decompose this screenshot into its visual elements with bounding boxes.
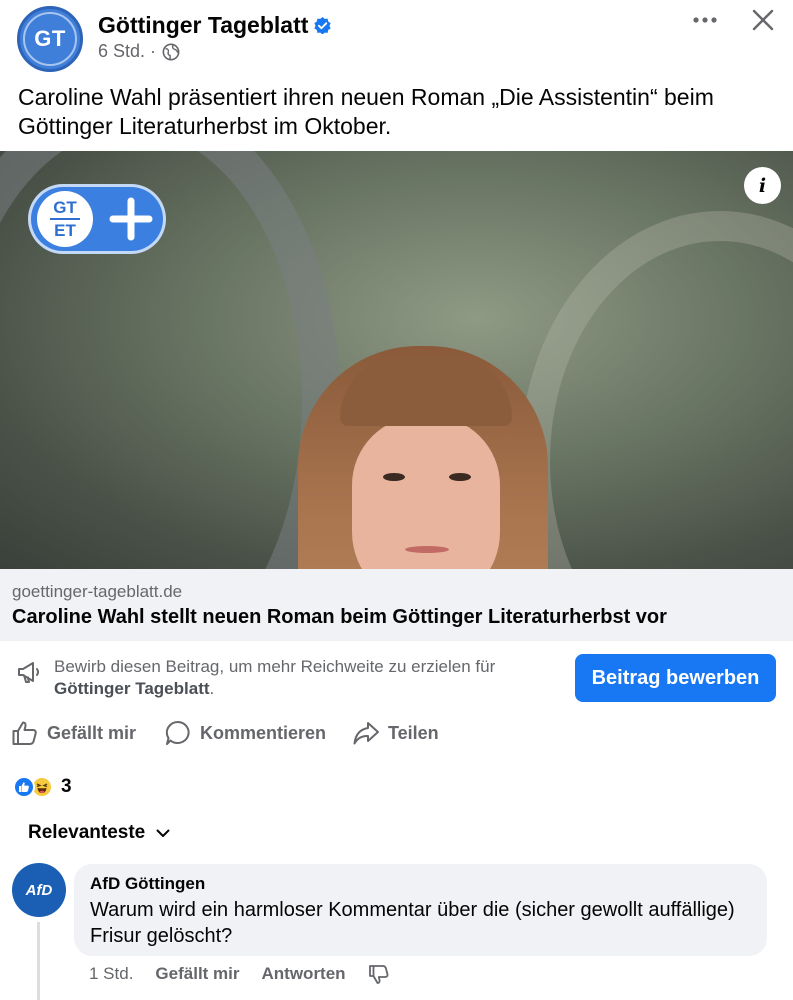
- portrait-eye: [449, 473, 471, 481]
- post-text: Caroline Wahl präsentiert ihren neuen Ro…: [18, 84, 714, 139]
- reaction-count: 3: [61, 776, 72, 797]
- comment-label: Kommentieren: [200, 722, 327, 743]
- more-options-button[interactable]: [690, 8, 720, 32]
- gtet-logo-divider: [50, 218, 80, 220]
- promote-text: Bewirb diesen Beitrag, um mehr Reichweit…: [54, 656, 554, 700]
- commenter-avatar[interactable]: AfD: [12, 863, 66, 917]
- plus-icon: [109, 197, 153, 241]
- more-dots-icon: [693, 17, 717, 23]
- gtet-plus-badge: GT ET: [28, 184, 166, 254]
- chevron-down-icon: [156, 829, 170, 837]
- info-button[interactable]: i: [744, 167, 781, 204]
- thumbs-up-icon: [19, 782, 29, 792]
- commenter-avatar-logo: AfD: [25, 881, 53, 899]
- gtet-logo-bottom: ET: [54, 221, 76, 240]
- page-name-text[interactable]: Göttinger Tageblatt: [98, 12, 308, 39]
- info-icon: i: [758, 174, 767, 197]
- verified-badge-icon: [314, 17, 332, 34]
- meta-separator: ·: [150, 41, 157, 61]
- comment-reply-button[interactable]: Antworten: [262, 964, 346, 984]
- promote-section: Bewirb diesen Beitrag, um mehr Reichweit…: [0, 641, 793, 716]
- like-label: Gefällt mir: [47, 722, 137, 743]
- globe-icon: [162, 43, 180, 60]
- laughing-face-icon: [36, 783, 48, 793]
- page-avatar-initials: GT: [23, 12, 77, 66]
- post-actions: Gefällt mir Kommentieren Teilen: [0, 716, 793, 750]
- comment-bubble: AfD Göttingen Warum wird ein harmloser K…: [74, 864, 767, 956]
- post-time[interactable]: 6 Std.: [98, 41, 145, 62]
- link-title[interactable]: Caroline Wahl stellt neuen Roman beim Gö…: [12, 606, 667, 629]
- share-arrow-icon: [353, 722, 379, 745]
- post-header: GT Göttinger Tageblatt 6 Std. ·: [0, 0, 793, 78]
- megaphone-icon: [18, 662, 39, 683]
- comment-meta: 1 Std. Gefällt mir Antworten: [89, 962, 390, 986]
- link-domain: goettinger-tageblatt.de: [12, 582, 183, 601]
- promote-period: .: [209, 679, 215, 698]
- post-image[interactable]: GT ET i: [0, 151, 793, 569]
- close-icon: [752, 9, 774, 31]
- comment-author[interactable]: AfD Göttingen: [90, 874, 751, 894]
- like-reaction-icon: [13, 776, 35, 798]
- gtet-logo-top: GT: [53, 198, 77, 217]
- close-button[interactable]: [748, 6, 778, 34]
- share-button[interactable]: Teilen: [352, 716, 439, 750]
- share-label: Teilen: [388, 722, 439, 743]
- promote-description: Bewirb diesen Beitrag, um mehr Reichweit…: [54, 657, 496, 676]
- comment-sort-label: Relevanteste: [28, 822, 146, 843]
- thumbs-down-icon[interactable]: [368, 963, 390, 985]
- background-arch: [520, 211, 793, 569]
- reactions-summary[interactable]: 3: [13, 774, 72, 800]
- page-name[interactable]: Göttinger Tageblatt: [98, 12, 332, 39]
- thumbs-up-icon: [12, 721, 37, 745]
- gtet-logo: GT ET: [37, 191, 93, 247]
- comment-button[interactable]: Kommentieren: [164, 716, 326, 750]
- post-meta: 6 Std. ·: [98, 41, 180, 62]
- promote-page-name: Göttinger Tageblatt: [54, 679, 210, 698]
- like-button[interactable]: Gefällt mir: [11, 716, 136, 750]
- portrait-mouth: [405, 546, 449, 553]
- promote-post-button[interactable]: Beitrag bewerben: [575, 654, 776, 702]
- speech-bubble-icon: [165, 720, 190, 745]
- portrait-eye: [383, 473, 405, 481]
- link-preview[interactable]: goettinger-tageblatt.de Caroline Wahl st…: [0, 569, 793, 641]
- comment-like-button[interactable]: Gefällt mir: [155, 964, 239, 984]
- comment-time[interactable]: 1 Std.: [89, 964, 133, 984]
- comment-sort-dropdown[interactable]: Relevanteste: [28, 822, 171, 844]
- comment-thread-line: [37, 922, 40, 1000]
- comment-text: Warum wird ein harmloser Kommentar über …: [90, 899, 735, 947]
- page-avatar[interactable]: GT: [17, 6, 83, 72]
